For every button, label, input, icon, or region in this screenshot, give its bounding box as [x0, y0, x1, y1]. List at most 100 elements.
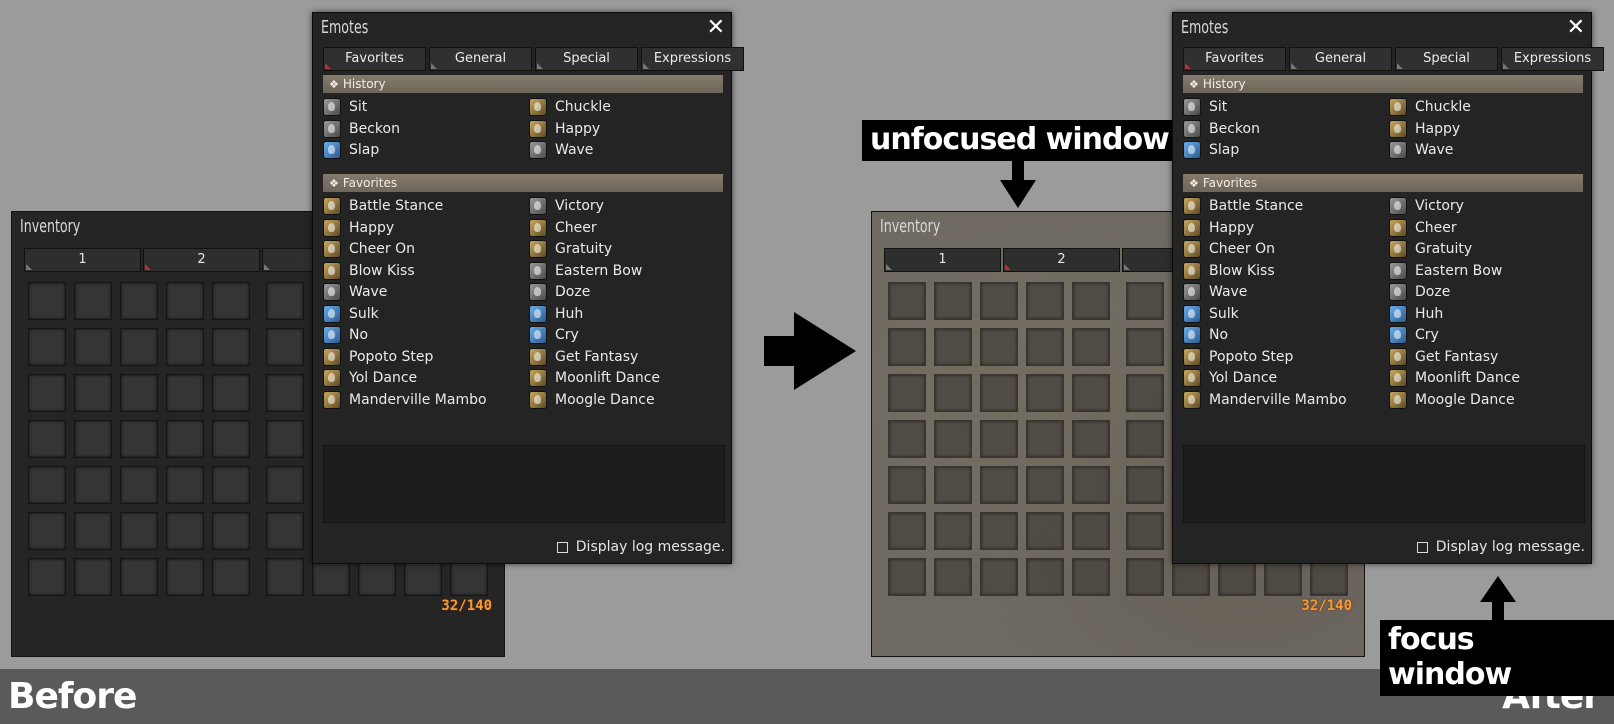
emote-item[interactable]: Sulk — [1183, 304, 1239, 324]
display-log-checkbox[interactable] — [556, 541, 568, 553]
inventory-slot[interactable] — [934, 282, 972, 320]
inventory-slot[interactable] — [980, 558, 1018, 596]
inventory-slot[interactable] — [120, 374, 158, 412]
emote-item[interactable]: Moogle Dance — [529, 390, 655, 410]
tab-special[interactable]: Special — [1395, 47, 1498, 71]
emote-item[interactable]: Chuckle — [529, 97, 611, 117]
emote-item[interactable]: Wave — [1183, 282, 1247, 302]
inventory-slot[interactable] — [1072, 374, 1110, 412]
inventory-slot[interactable] — [1026, 512, 1064, 550]
emote-item[interactable]: Victory — [1389, 196, 1464, 216]
inventory-slot[interactable] — [28, 282, 66, 320]
inventory-slot[interactable] — [934, 558, 972, 596]
inventory-slot[interactable] — [888, 328, 926, 366]
emote-item[interactable]: Huh — [1389, 304, 1443, 324]
inventory-slot[interactable] — [1072, 328, 1110, 366]
emote-item[interactable]: Sulk — [323, 304, 379, 324]
inventory-slot[interactable] — [266, 512, 304, 550]
emote-item[interactable]: Battle Stance — [323, 196, 443, 216]
display-log-option[interactable]: Display log message. — [1416, 539, 1585, 555]
inventory-slot[interactable] — [934, 328, 972, 366]
inventory-slot[interactable] — [980, 374, 1018, 412]
inventory-tab-1[interactable]: 1 — [884, 248, 1001, 272]
inventory-tab-1[interactable]: 1 — [24, 248, 141, 272]
emote-item[interactable]: Eastern Bow — [1389, 261, 1502, 281]
inventory-slot[interactable] — [120, 420, 158, 458]
inventory-slot[interactable] — [1026, 558, 1064, 596]
inventory-slot[interactable] — [212, 466, 250, 504]
tab-expressions[interactable]: Expressions — [641, 47, 744, 71]
emote-item[interactable]: Cheer On — [323, 239, 415, 259]
emote-item[interactable]: Popoto Step — [1183, 347, 1293, 367]
emote-item[interactable]: Huh — [529, 304, 583, 324]
emote-item[interactable]: Gratuity — [1389, 239, 1472, 259]
inventory-slot[interactable] — [74, 558, 112, 596]
emote-item[interactable]: Blow Kiss — [1183, 261, 1275, 281]
emote-item[interactable]: Cheer — [1389, 218, 1457, 238]
tab-special[interactable]: Special — [535, 47, 638, 71]
inventory-tab-2[interactable]: 2 — [1003, 248, 1120, 272]
inventory-slot[interactable] — [120, 466, 158, 504]
inventory-slot[interactable] — [28, 328, 66, 366]
emote-item[interactable]: Manderville Mambo — [1183, 390, 1347, 410]
inventory-slot[interactable] — [212, 512, 250, 550]
emote-item[interactable]: No — [1183, 325, 1228, 345]
inventory-slot[interactable] — [1026, 328, 1064, 366]
inventory-slot[interactable] — [166, 558, 204, 596]
inventory-slot[interactable] — [888, 420, 926, 458]
inventory-slot[interactable] — [980, 420, 1018, 458]
emote-item[interactable]: Moonlift Dance — [1389, 368, 1520, 388]
tab-expressions[interactable]: Expressions — [1501, 47, 1604, 71]
inventory-slot[interactable] — [266, 558, 304, 596]
inventory-slot[interactable] — [28, 512, 66, 550]
inventory-slot[interactable] — [934, 466, 972, 504]
inventory-slot[interactable] — [888, 512, 926, 550]
inventory-slot[interactable] — [980, 328, 1018, 366]
inventory-slot[interactable] — [888, 374, 926, 412]
close-button[interactable]: ✕ — [707, 15, 725, 40]
inventory-slot[interactable] — [266, 328, 304, 366]
inventory-slot[interactable] — [1026, 374, 1064, 412]
emote-item[interactable]: Yol Dance — [1183, 368, 1277, 388]
emote-item[interactable]: Happy — [529, 119, 600, 139]
inventory-slot[interactable] — [120, 558, 158, 596]
emote-item[interactable]: Sit — [1183, 97, 1227, 117]
inventory-slot[interactable] — [1072, 282, 1110, 320]
inventory-slot[interactable] — [1126, 466, 1164, 504]
inventory-slot[interactable] — [212, 328, 250, 366]
inventory-slot[interactable] — [166, 466, 204, 504]
emote-item[interactable]: Eastern Bow — [529, 261, 642, 281]
emote-item[interactable]: Victory — [529, 196, 604, 216]
emote-item[interactable]: Get Fantasy — [529, 347, 638, 367]
inventory-slot[interactable] — [28, 558, 66, 596]
inventory-slot[interactable] — [266, 374, 304, 412]
inventory-slot[interactable] — [28, 420, 66, 458]
inventory-slot[interactable] — [28, 466, 66, 504]
inventory-slot[interactable] — [166, 512, 204, 550]
display-log-option[interactable]: Display log message. — [556, 539, 725, 555]
tab-favorites[interactable]: Favorites — [323, 47, 426, 71]
inventory-slot[interactable] — [1026, 466, 1064, 504]
emote-item[interactable]: Popoto Step — [323, 347, 433, 367]
inventory-slot[interactable] — [1072, 558, 1110, 596]
inventory-slot[interactable] — [934, 512, 972, 550]
emote-item[interactable]: Manderville Mambo — [323, 390, 487, 410]
emote-item[interactable]: Slap — [323, 140, 379, 160]
tab-general[interactable]: General — [429, 47, 532, 71]
inventory-slot[interactable] — [212, 420, 250, 458]
inventory-slot[interactable] — [120, 282, 158, 320]
inventory-slot[interactable] — [1072, 420, 1110, 458]
emote-item[interactable]: Chuckle — [1389, 97, 1471, 117]
inventory-slot[interactable] — [74, 466, 112, 504]
tab-favorites[interactable]: Favorites — [1183, 47, 1286, 71]
inventory-slot[interactable] — [980, 466, 1018, 504]
emote-item[interactable]: Cheer — [529, 218, 597, 238]
inventory-slot[interactable] — [1126, 420, 1164, 458]
inventory-slot[interactable] — [74, 420, 112, 458]
inventory-slot[interactable] — [1126, 512, 1164, 550]
emote-item[interactable]: No — [323, 325, 368, 345]
emote-item[interactable]: Happy — [1183, 218, 1254, 238]
inventory-slot[interactable] — [980, 282, 1018, 320]
inventory-slot[interactable] — [266, 282, 304, 320]
inventory-slot[interactable] — [266, 466, 304, 504]
